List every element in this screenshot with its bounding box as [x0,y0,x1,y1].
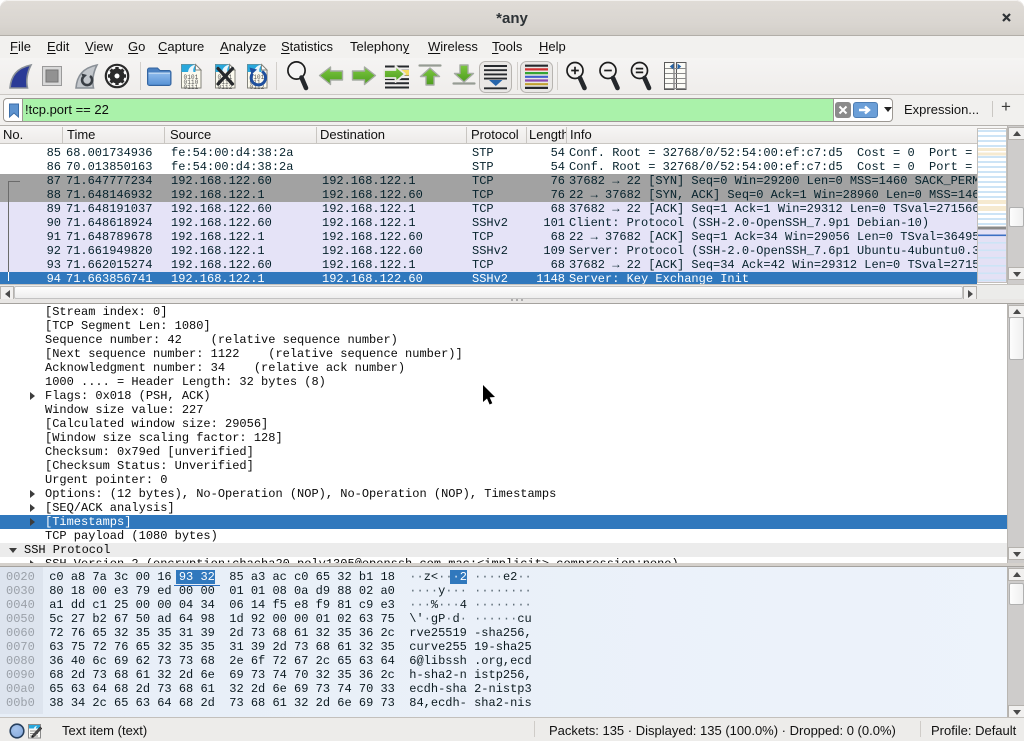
svg-text:0111: 0111 [184,84,199,91]
svg-text:0112: 0112 [218,84,233,91]
